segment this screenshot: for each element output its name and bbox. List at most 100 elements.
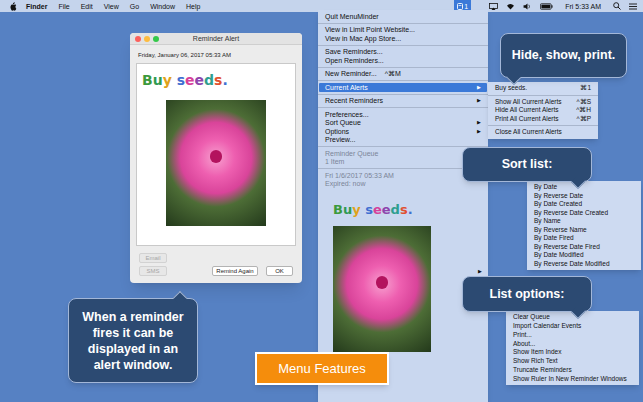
submenu-arrow-icon: ▶ (477, 98, 481, 103)
alert-button-row: SMSRemind AgainOK (130, 266, 302, 276)
window-controls (135, 36, 159, 42)
menu-item-content: Print... (513, 332, 632, 339)
menu-item[interactable]: About... (506, 339, 639, 348)
menu-item[interactable]: Recent Reminders ▶ (318, 97, 488, 106)
menu-item-label: By Reverse Date (534, 193, 583, 200)
menu-bar-item[interactable]: File (58, 3, 69, 10)
menu-item-content: 1 Item (325, 158, 481, 165)
menu-item[interactable]: Quit MenuMinder (318, 12, 488, 21)
menu-item[interactable]: By Reverse Date Modified (527, 260, 641, 269)
menu-item[interactable]: Buy seeds.⌘1 (488, 84, 598, 93)
flower-center (376, 276, 388, 289)
status-count: 1 (464, 3, 468, 10)
minimize-button[interactable] (144, 36, 150, 42)
menu-separator (488, 125, 598, 126)
menu-item-label: View in Mac App Store... (325, 35, 401, 42)
menu-item[interactable]: By Date Fired (527, 234, 641, 243)
menu-item[interactable]: Current Alerts▶ (318, 83, 488, 92)
menu-item-highlight: New Reminder...^⌘M (319, 70, 487, 79)
menu-item[interactable]: View in Limit Point Website... (318, 26, 488, 35)
menu-item[interactable]: Import Calendar Events (506, 322, 639, 331)
menu-item-content: Fri 1/6/2017 05:33 AM (325, 172, 481, 179)
zoom-button[interactable] (153, 36, 159, 42)
menu-item[interactable]: By Reverse Date Created (527, 209, 641, 218)
menu-item-shortcut: ^⌘S (573, 99, 591, 106)
menu-bar-item[interactable]: Window (150, 3, 175, 10)
menu-bar-item[interactable]: Go (130, 3, 139, 10)
menu-item[interactable]: Show Item Index (506, 348, 639, 357)
menu-item[interactable]: By Name (527, 217, 641, 226)
menu-bar-label: File (58, 3, 69, 10)
menu-item-content: By Date Modified (534, 252, 634, 259)
alert-button[interactable]: Remind Again (212, 266, 258, 276)
menu-item-label: By Date Fired (534, 235, 574, 242)
menu-item[interactable]: By Date (527, 183, 641, 192)
menu-item-label: Close All Current Alerts (495, 129, 562, 136)
menu-item-label: Buy seeds. (495, 85, 527, 92)
menu-item[interactable]: Options▶ (318, 127, 488, 136)
menu-bar-label: Go (130, 3, 139, 10)
menu-item[interactable]: Sort Queue▶ (318, 119, 488, 128)
menu-item-content: By Date Created (534, 201, 634, 208)
menu-item[interactable]: Truncate Reminders (506, 366, 639, 375)
menu-item-content: Show Ruler In New Reminder Windows (513, 376, 632, 383)
menu-item[interactable]: Save Reminders... (318, 48, 488, 57)
menu-item-content: By Date (534, 184, 634, 191)
menu-item[interactable]: Hide All Current Alerts^⌘H (488, 106, 598, 115)
menu-bar-item[interactable]: Edit (81, 3, 93, 10)
menu-item-highlight: Show Rich Text (507, 357, 638, 366)
window-title: Reminder Alert (193, 35, 239, 42)
menu-separator (318, 146, 488, 147)
menu-item-content: Quit MenuMinder (325, 13, 481, 20)
menu-bar-item[interactable]: Finder (26, 3, 47, 10)
menu-bar-label: View (104, 3, 119, 10)
menu-item[interactable]: Print All Current Alerts^⌘P (488, 115, 598, 124)
menu-item-label: Reminder Queue (325, 150, 378, 157)
menu-item[interactable]: New Reminder...^⌘M (318, 70, 488, 79)
menu-item-label: Options (325, 128, 349, 135)
alert-button-label: OK (275, 268, 284, 274)
clock[interactable]: Fri 5:33 AM (565, 3, 601, 10)
menu-item[interactable]: View in Mac App Store... (318, 34, 488, 43)
menu-item[interactable]: Print... (506, 331, 639, 340)
menu-item-content: Options▶ (325, 128, 481, 135)
menu-item[interactable]: By Reverse Date (527, 192, 641, 201)
menu-item-content: Preferences... (325, 111, 481, 118)
menu-item-content: Sort Queue▶ (325, 119, 481, 126)
menu-item[interactable]: Show Rich Text (506, 357, 639, 366)
menu-separator (488, 95, 598, 96)
alert-button[interactable]: OK (266, 266, 293, 276)
menu-item-label: Hide All Current Alerts (495, 107, 559, 114)
menu-bar-item[interactable]: Help (186, 3, 200, 10)
submenu-arrow-icon: ▶ (477, 120, 481, 125)
menu-separator (318, 80, 488, 81)
menu-item-label: Recent Reminders (325, 97, 383, 104)
menu-item-shortcut: ^⌘P (573, 116, 591, 123)
menu-item-label: By Reverse Name (534, 227, 587, 234)
menu-bar-item[interactable]: View (104, 3, 119, 10)
menu-item-label: By Reverse Date Modified (534, 261, 610, 268)
flower-center (210, 150, 222, 163)
battery-icon (540, 3, 553, 10)
menu-item[interactable]: Preferences... (318, 110, 488, 119)
menu-item-highlight: By Date Modified (528, 251, 640, 260)
menu-item[interactable]: By Reverse Name (527, 226, 641, 235)
menu-item[interactable]: By Reverse Date Fired (527, 243, 641, 252)
alert-content: Buy seeds. (136, 63, 296, 246)
menu-item-highlight: Options▶ (319, 127, 487, 136)
menu-item-content: Clear Queue (513, 314, 632, 321)
menu-item[interactable]: Open Reminders... (318, 56, 488, 65)
menu-preview: Buy seeds. (318, 188, 488, 352)
menu-item[interactable]: Show All Current Alerts^⌘S (488, 98, 598, 107)
menu-item[interactable]: Show Ruler In New Reminder Windows (506, 375, 639, 384)
menu-separator (318, 67, 488, 68)
menu-item[interactable]: By Date Created (527, 200, 641, 209)
menu-item-highlight: Open Reminders... (319, 56, 487, 65)
reminder-message: Buy seeds. (137, 64, 295, 89)
menu-item[interactable]: By Date Modified (527, 251, 641, 260)
menu-item[interactable]: Preview... (318, 136, 488, 145)
submenu-arrow-icon: ▶ (478, 269, 482, 274)
menu-item[interactable]: Close All Current Alerts (488, 128, 598, 137)
close-button[interactable] (135, 36, 141, 42)
callout: When a reminder fires it can be displaye… (68, 298, 198, 383)
